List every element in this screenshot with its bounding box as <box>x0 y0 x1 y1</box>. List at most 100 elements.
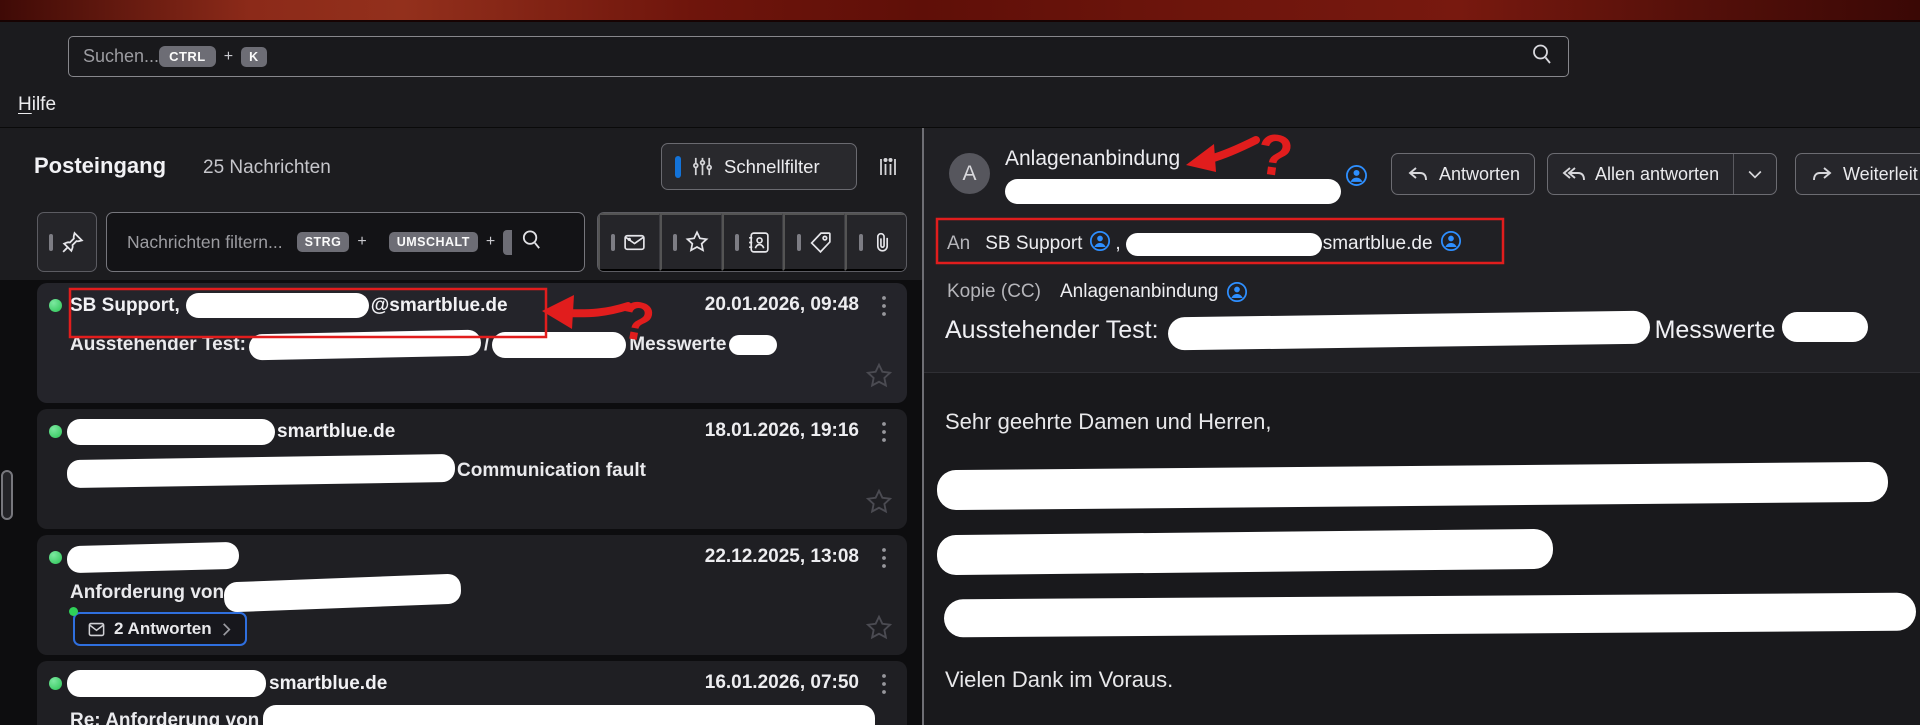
key-badge-ctrl: CTRL <box>159 46 216 67</box>
filter-placeholder: Nachrichten filtern... <box>127 231 283 252</box>
unread-indicator <box>49 551 62 564</box>
unread-indicator <box>49 299 62 312</box>
reply-all-button-group: Allen antworten <box>1547 153 1778 195</box>
contact-icon[interactable] <box>1089 230 1111 258</box>
key-plus: + <box>223 47 234 65</box>
row-menu-button[interactable] <box>881 295 887 320</box>
global-search-input[interactable]: Suchen... CTRL + K <box>68 36 1569 77</box>
row-menu-button[interactable] <box>881 547 887 572</box>
button-indicator <box>796 233 801 251</box>
star-toggle[interactable] <box>864 361 894 394</box>
thread-replies-button[interactable]: 2 Antworten <box>73 612 247 646</box>
body-closing: Vielen Dank im Voraus. <box>945 667 1174 692</box>
subject-text: Anforderung von <box>70 582 225 603</box>
subject-text: Messwerte <box>629 334 727 355</box>
quickfilter-pin-button[interactable] <box>37 212 97 272</box>
button-indicator <box>734 233 739 251</box>
redacted-text <box>67 418 275 445</box>
message-display-pane: A Anlagenanbindung Antworten Allen antwo… <box>924 128 1920 725</box>
message-row-3[interactable]: 22.12.2025, 13:08 Anforderung von 2 Antw… <box>37 535 907 655</box>
menu-item-help[interactable]: Hilfe <box>18 94 56 116</box>
filter-attachment-button[interactable] <box>845 213 906 271</box>
replies-envelope-icon <box>87 620 106 639</box>
thunderbird-window: Suchen... CTRL + K Hilfe Posteingang 25 … <box>0 0 1920 725</box>
unread-indicator <box>49 677 62 690</box>
to-label: An <box>947 233 971 254</box>
sender-domain: smartblue.de <box>269 672 388 694</box>
key-badge-strg: STRG <box>296 232 350 252</box>
message-count: 25 Nachrichten <box>203 157 331 178</box>
star-toggle[interactable] <box>864 613 894 646</box>
reply-all-dropdown-button[interactable] <box>1733 154 1776 194</box>
sliders-icon <box>691 155 714 178</box>
redacted-text <box>936 528 1554 576</box>
cc-label: Kopie (CC) <box>947 281 1041 302</box>
reply-button[interactable]: Antworten <box>1391 153 1536 195</box>
redacted-text <box>66 541 240 574</box>
to-domain: smartblue.de <box>1322 233 1433 254</box>
menu-bar: Hilfe <box>0 86 1920 127</box>
sender-domain: smartblue.de <box>277 420 396 442</box>
chevron-down-icon <box>1745 164 1765 184</box>
message-body: Sehr geehrte Damen und Herren, Vielen Da… <box>924 373 1920 725</box>
subject-suffix: Messwerte <box>1654 315 1776 344</box>
message-row-1[interactable]: SB Support, @smartblue.de 20.01.2026, 09… <box>37 283 907 403</box>
reply-icon <box>1406 162 1430 186</box>
cc-name: Anlagenanbindung <box>1059 281 1219 302</box>
redacted-text <box>492 332 627 358</box>
filter-tags-button[interactable] <box>783 213 846 271</box>
filter-contacts-button[interactable] <box>721 213 784 271</box>
quickfilter-toggle-button[interactable]: Schnellfilter <box>661 143 857 190</box>
reply-all-button[interactable]: Allen antworten <box>1548 154 1733 194</box>
redacted-text <box>66 453 456 489</box>
message-list-pane: Posteingang 25 Nachrichten Schnellfilter <box>0 128 923 725</box>
filter-unread-button[interactable] <box>598 213 660 271</box>
sender-line: smartblue.de <box>67 418 395 445</box>
redacted-text <box>67 670 266 697</box>
quickfilter-buttons-group <box>597 212 907 272</box>
button-indicator <box>49 233 53 251</box>
message-filter-input[interactable]: Nachrichten filtern... STRG + UMSCHALT + <box>106 212 585 272</box>
row-menu-button[interactable] <box>881 673 887 698</box>
message-date: 22.12.2025, 13:08 <box>704 546 859 567</box>
subject-row: Ausstehender Test: Messwerte <box>945 310 1869 350</box>
reply-all-label: Allen antworten <box>1595 163 1720 184</box>
replies-label: 2 Antworten <box>114 619 212 638</box>
forward-button[interactable]: Weiterleit <box>1795 153 1920 195</box>
unread-replies-indicator <box>69 607 78 616</box>
redacted-text <box>1782 312 1869 342</box>
contact-icon[interactable] <box>1226 281 1248 303</box>
contact-icon[interactable] <box>1345 164 1368 192</box>
message-row-4[interactable]: smartblue.de 16.01.2026, 07:50 Re: Anfor… <box>37 661 907 725</box>
forward-icon <box>1810 162 1834 186</box>
sender-name: SB Support, <box>70 294 180 316</box>
cc-row: Kopie (CC) Anlagenanbindung <box>947 275 1248 309</box>
star-toggle[interactable] <box>864 487 894 520</box>
contact-icon[interactable] <box>1440 230 1462 258</box>
row-menu-button[interactable] <box>881 421 887 446</box>
message-list-display-options-button[interactable] <box>866 150 910 184</box>
active-indicator <box>675 155 681 178</box>
key-plus: + <box>357 233 367 250</box>
redacted-text <box>248 329 482 361</box>
filter-starred-button[interactable] <box>659 213 722 271</box>
key-badge-clipped <box>503 229 513 255</box>
star-icon <box>684 229 710 255</box>
sender-line: SB Support, @smartblue.de <box>70 292 508 319</box>
search-placeholder: Suchen... <box>83 46 160 66</box>
message-date: 16.01.2026, 07:50 <box>704 672 859 693</box>
button-indicator <box>611 233 616 251</box>
button-indicator <box>672 233 677 251</box>
message-date: 20.01.2026, 09:48 <box>704 294 859 315</box>
unread-indicator <box>49 425 62 438</box>
message-date: 18.01.2026, 19:16 <box>704 420 859 441</box>
message-row-2[interactable]: smartblue.de 18.01.2026, 19:16 Communica… <box>37 409 907 529</box>
subject-text: Communication fault <box>457 460 646 481</box>
redacted-email <box>1005 179 1341 204</box>
to-name: SB Support <box>985 233 1083 254</box>
redacted-text <box>943 592 1917 638</box>
unread-envelope-icon <box>622 230 647 255</box>
chevron-right-icon <box>220 622 233 637</box>
redacted-text <box>263 705 876 725</box>
pane-resize-handle[interactable] <box>1 470 13 520</box>
